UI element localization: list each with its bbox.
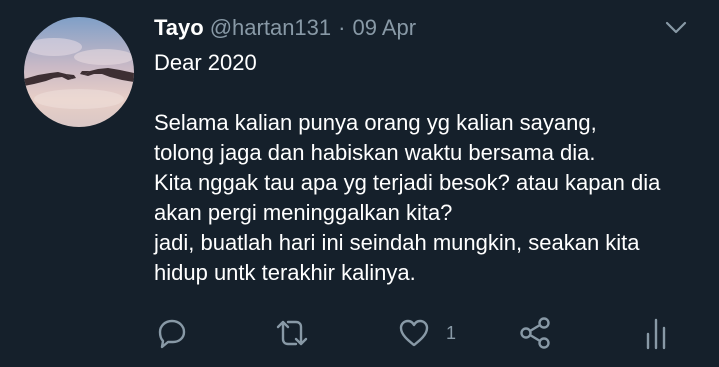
tweet-date[interactable]: 09 Apr <box>352 15 416 41</box>
tweet-text-line: Dear 2020 <box>154 50 257 75</box>
tweet-text-line: jadi, buatlah hari ini seindah mungkin, … <box>154 230 640 255</box>
reply-icon <box>158 319 186 349</box>
display-name[interactable]: Tayo <box>154 15 204 41</box>
share-icon <box>520 317 550 349</box>
avatar-image <box>24 17 134 127</box>
avatar[interactable] <box>24 17 134 127</box>
user-handle[interactable]: @hartan131 <box>210 15 331 41</box>
retweet-button[interactable] <box>274 310 310 356</box>
like-button[interactable]: 1 <box>398 310 456 356</box>
separator-dot: · <box>338 15 346 40</box>
tweet-text-line: tolong jaga dan habiskan waktu bersama d… <box>154 140 596 165</box>
tweet-text-line: Kita nggak tau apa yg terjadi besok? ata… <box>154 170 661 195</box>
tweet-card[interactable]: Tayo @hartan131 · 09 Apr Dear 2020 Selam… <box>0 0 719 367</box>
action-bar: 1 <box>0 310 719 356</box>
retweet-icon <box>276 320 308 346</box>
heart-icon <box>399 319 429 347</box>
chevron-down-icon <box>665 21 687 34</box>
tweet-text: Dear 2020 Selama kalian punya orang yg k… <box>154 48 674 288</box>
tweet-text-line <box>154 78 674 108</box>
analytics-button[interactable] <box>643 310 669 356</box>
tweet-header: Tayo @hartan131 · 09 Apr <box>154 15 416 47</box>
analytics-icon <box>646 318 666 350</box>
more-options-button[interactable] <box>663 18 689 38</box>
reply-button[interactable] <box>156 310 188 356</box>
tweet-text-line: Selama kalian punya orang yg kalian saya… <box>154 110 597 135</box>
tweet-text-line: hidup untk terakhir kalinya. <box>154 260 416 285</box>
like-count: 1 <box>446 322 457 343</box>
tweet-text-line: akan pergi meninggalkan kita? <box>154 200 453 225</box>
share-button[interactable] <box>518 310 552 356</box>
